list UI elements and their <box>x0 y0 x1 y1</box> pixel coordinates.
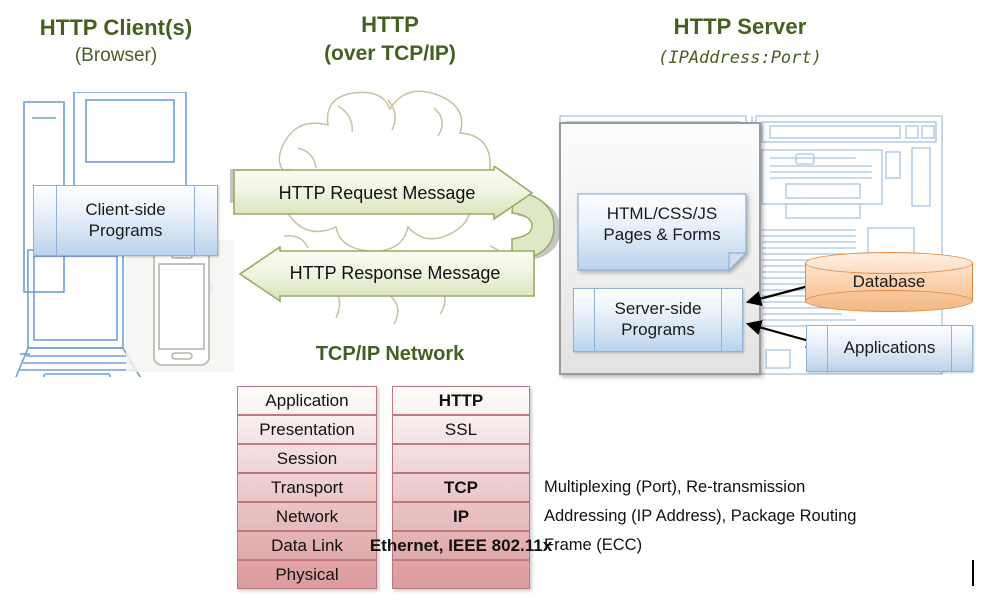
html-css-js-pages-label: HTML/CSS/JS Pages & Forms <box>577 203 747 246</box>
applications-label: Applications <box>843 338 936 358</box>
server-heading-subtitle: (IPAddress:Port) <box>658 48 822 68</box>
client-side-programs-box[interactable]: Client-side Programs <box>33 185 218 256</box>
osi-note-row <box>537 560 977 589</box>
server-side-programs-label-line2: Programs <box>621 320 695 339</box>
client-side-programs-label-line2: Programs <box>88 220 163 240</box>
osi-protocol-row[interactable]: HTTP <box>392 386 530 415</box>
process-band-left <box>594 289 595 351</box>
http-response-message-label: HTTP Response Message <box>289 263 501 283</box>
osi-note-row: Addressing (IP Address), Package Routing <box>544 507 857 525</box>
protocol-heading-subtitle: (over TCP/IP) <box>324 42 456 65</box>
osi-layer-row[interactable]: Presentation <box>237 415 377 444</box>
process-band-right <box>194 186 195 255</box>
database-cylinder[interactable]: Database <box>805 252 973 312</box>
text-caret <box>972 560 974 586</box>
cylinder-top <box>805 252 973 274</box>
server-side-programs-label-line1: Server-side <box>614 299 702 319</box>
osi-note-row: Multiplexing (Port), Re-transmission <box>544 478 806 496</box>
server-side-programs-box[interactable]: Server-side Programs <box>573 288 743 352</box>
osi-layer-column: Application Presentation Session Transport N… <box>237 386 377 589</box>
osi-layer-row[interactable]: Transport <box>237 473 377 502</box>
database-label: Database <box>852 272 926 291</box>
osi-layer-row[interactable]: Session <box>237 444 377 473</box>
osi-note-row: Frame (ECC) <box>544 536 643 554</box>
osi-protocol-column: HTTP SSL TCP IP Ethernet, IEEE 802.11x <box>370 386 552 589</box>
process-band-left <box>827 326 828 371</box>
server-heading-title: HTTP Server <box>673 14 807 39</box>
osi-protocol-row[interactable]: SSL <box>392 415 530 444</box>
osi-note-row <box>537 444 977 473</box>
applications-box[interactable]: Applications <box>806 325 973 372</box>
http-request-message-label: HTTP Request Message <box>278 183 476 203</box>
pages-label-line1: HTML/CSS/JS <box>606 204 718 223</box>
osi-protocol-row[interactable] <box>392 444 530 473</box>
client-side-programs-label-line1: Client-side <box>85 199 166 219</box>
osi-layer-row[interactable]: Application <box>237 386 377 415</box>
osi-protocol-row[interactable] <box>392 560 530 589</box>
pages-label-line2: Pages & Forms <box>603 225 721 245</box>
osi-layer-row[interactable]: Data Link <box>237 531 377 560</box>
protocol-heading-title: HTTP <box>361 12 419 37</box>
osi-notes-column: Multiplexing (Port), Re-transmission Addr… <box>537 386 977 589</box>
osi-note-row <box>537 386 977 415</box>
client-heading-subtitle: (Browser) <box>74 45 158 66</box>
osi-layer-row[interactable]: Physical <box>237 560 377 589</box>
cylinder-bottom <box>805 290 973 312</box>
osi-protocol-row[interactable]: IP <box>392 502 530 531</box>
process-band-right <box>951 326 952 371</box>
process-band-left <box>56 186 57 255</box>
osi-note-row <box>537 415 977 444</box>
osi-protocol-row[interactable]: Ethernet, IEEE 802.11x <box>370 531 552 560</box>
osi-layer-row[interactable]: Network <box>237 502 377 531</box>
osi-protocol-row[interactable]: TCP <box>392 473 530 502</box>
process-band-right <box>721 289 722 351</box>
tcp-ip-network-label: TCP/IP Network <box>315 343 465 365</box>
client-heading-title: HTTP Client(s) <box>39 15 193 40</box>
